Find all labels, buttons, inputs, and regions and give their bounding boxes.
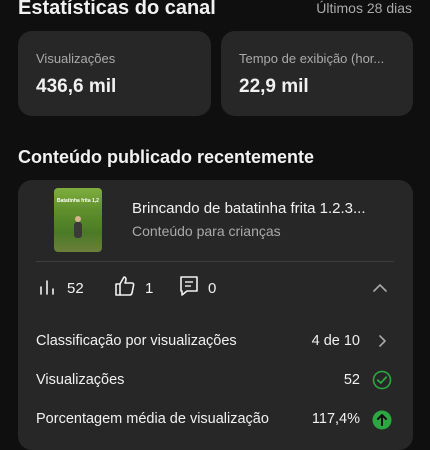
views-count: 52 <box>67 279 84 297</box>
period-label: Últimos 28 dias <box>316 0 412 16</box>
thumbnail-figure-body <box>74 222 82 238</box>
metric-comments: 0 <box>179 275 217 302</box>
video-audience-label: Conteúdo para crianças <box>132 223 281 239</box>
bar-chart-icon <box>38 276 58 301</box>
stat-value: 436,6 mil <box>36 76 117 97</box>
metric-views: 52 <box>38 276 84 300</box>
stat-value: 22,9 mil <box>239 76 309 97</box>
stat-label: Tempo de exibição (hor... <box>239 51 385 66</box>
comments-count: 0 <box>208 279 217 297</box>
video-title[interactable]: Brincando de batatinha frita 1.2.3... <box>132 200 384 217</box>
thumbs-up-icon <box>114 275 136 302</box>
detail-value: 4 de 10 <box>311 333 360 349</box>
thumbnail-caption: Batatinha frita 1,2,3 <box>57 198 99 204</box>
video-thumbnail[interactable]: Batatinha frita 1,2,3 <box>54 188 102 252</box>
chevron-right-icon[interactable] <box>377 334 387 353</box>
section-title-recent-content: Conteúdo publicado recentemente <box>18 147 315 167</box>
detail-label: Porcentagem média de visualização <box>36 411 269 427</box>
check-circle-icon <box>372 370 392 395</box>
collapse-chevron-up-icon[interactable] <box>372 281 388 299</box>
detail-label: Visualizações <box>36 372 125 388</box>
divider <box>36 261 394 262</box>
arrow-up-circle-icon <box>372 410 392 435</box>
detail-value: 52 <box>343 372 360 388</box>
stat-card-watch-time[interactable]: Tempo de exibição (hor... 22,9 mil <box>221 31 413 116</box>
detail-value: 117,4% <box>311 411 360 427</box>
metric-likes: 1 <box>114 275 154 302</box>
detail-label: Classificação por visualizações <box>36 333 237 349</box>
likes-count: 1 <box>145 279 154 297</box>
stat-card-views[interactable]: Visualizações 436,6 mil <box>18 31 211 116</box>
stat-label: Visualizações <box>36 51 116 66</box>
section-title-channel-stats: Estatísticas do canal <box>18 0 216 19</box>
comment-icon <box>179 275 199 302</box>
